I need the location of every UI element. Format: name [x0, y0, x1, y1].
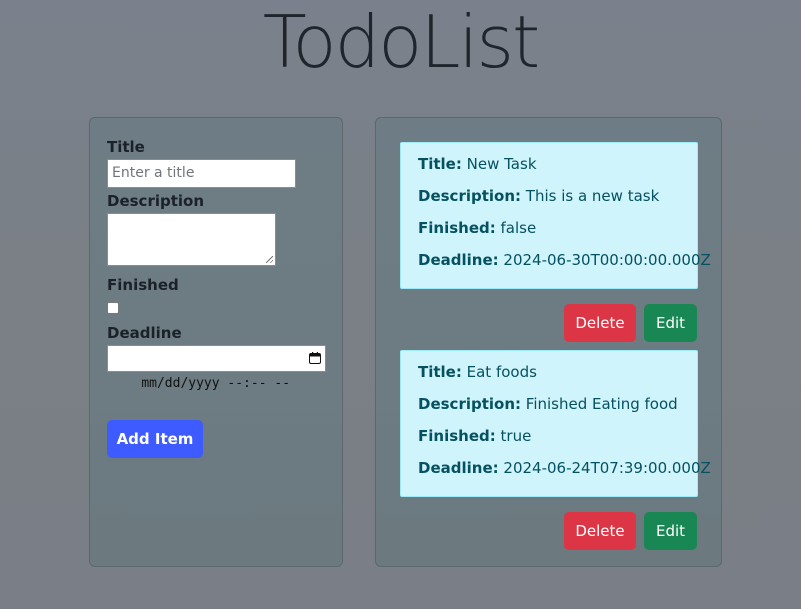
todo-finished-row: Finished: true [418, 426, 531, 446]
todo-finished-key: Finished: [418, 427, 496, 445]
todo-finished-key: Finished: [418, 219, 496, 237]
add-item-form: Title Enter a title Description Finished… [89, 117, 343, 567]
delete-button[interactable]: Delete [564, 304, 636, 342]
todo-description-value: Finished Eating food [525, 395, 678, 413]
todo-description-row: Description: This is a new task [418, 186, 659, 206]
todo-deadline-row: Deadline: 2024-06-24T07:39:00.000Z [418, 458, 711, 478]
todo-deadline-key: Deadline: [418, 459, 499, 477]
todo-title-value: New Task [466, 155, 537, 173]
todo-card: Title: Eat foods Description: Finished E… [400, 350, 711, 497]
edit-button[interactable]: Edit [644, 304, 697, 342]
title-label: Title [107, 138, 145, 156]
todo-card: Title: New Task Description: This is a n… [400, 142, 711, 289]
finished-label: Finished [107, 276, 179, 294]
todo-title-key: Title: [418, 363, 462, 381]
deadline-input[interactable]: mm/dd/yyyy --:-- -- [107, 345, 326, 391]
description-label: Description [107, 192, 205, 210]
todo-deadline-row: Deadline: 2024-06-30T00:00:00.000Z [418, 250, 711, 270]
finished-checkbox[interactable] [107, 302, 119, 314]
todo-description-row: Description: Finished Eating food [418, 394, 678, 414]
todo-description-key: Description: [418, 395, 522, 413]
todo-title-key: Title: [418, 155, 462, 173]
todo-finished-value: false [500, 219, 537, 237]
title-input[interactable]: Enter a title [107, 159, 296, 188]
edit-button[interactable]: Edit [644, 512, 697, 550]
resize-grip-icon[interactable] [266, 256, 273, 263]
add-item-button[interactable]: Add Item [107, 420, 203, 458]
deadline-placeholder: mm/dd/yyyy --:-- -- [141, 376, 291, 391]
todo-title-row: Title: New Task [418, 154, 537, 174]
delete-button[interactable]: Delete [564, 512, 636, 550]
todo-finished-row: Finished: false [418, 218, 536, 238]
todo-deadline-key: Deadline: [418, 251, 499, 269]
calendar-icon[interactable] [309, 352, 321, 364]
todo-description-key: Description: [418, 187, 522, 205]
todo-deadline-value: 2024-06-24T07:39:00.000Z [503, 459, 711, 477]
description-textarea[interactable] [107, 213, 276, 266]
todo-deadline-value: 2024-06-30T00:00:00.000Z [503, 251, 711, 269]
todo-list-panel: Title: New Task Description: This is a n… [375, 117, 722, 567]
page-title: TodoList [262, 0, 540, 84]
todo-title-row: Title: Eat foods [418, 362, 537, 382]
todo-finished-value: true [500, 427, 532, 445]
todo-title-value: Eat foods [466, 363, 537, 381]
todo-description-value: This is a new task [525, 187, 660, 205]
deadline-label: Deadline [107, 324, 182, 342]
